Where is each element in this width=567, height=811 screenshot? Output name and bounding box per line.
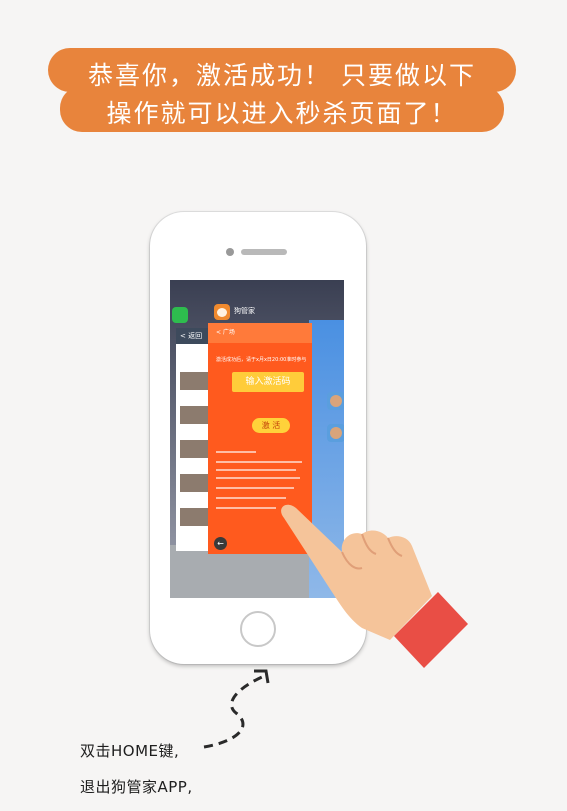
congrats-banner: 恭喜你，激活成功！ 只要做以下 操作就可以进入秒杀页面了！ (48, 44, 516, 134)
front-camera (226, 248, 234, 256)
activation-code-input[interactable]: 输入激活码 (232, 372, 304, 392)
intro-text: 激活成功后，请于x月x日20:00准时参与 (216, 357, 307, 363)
orange-card-header: < 广场 (208, 323, 312, 343)
dashed-arrow-icon (203, 669, 270, 749)
back-arrow-icon[interactable]: ← (214, 537, 227, 550)
instruction-line-2: 退出狗管家APP, (80, 778, 193, 796)
banner-line-2: 操作就可以进入秒杀页面了！ (106, 99, 458, 128)
pointing-hand-icon (281, 504, 468, 668)
wechat-app-icon[interactable] (172, 307, 188, 323)
dog-manager-icon[interactable] (214, 304, 230, 320)
tiger-app-icon (327, 424, 344, 442)
app-name-label: 狗管家 (234, 307, 255, 315)
instruction-line-1: 双击HOME键, (80, 742, 180, 760)
dog-app-icon (327, 392, 344, 410)
activate-button[interactable]: 激 活 (252, 418, 290, 433)
earpiece-speaker (241, 249, 287, 255)
banner-line-1: 恭喜你，激活成功！ 只要做以下 (88, 61, 476, 90)
